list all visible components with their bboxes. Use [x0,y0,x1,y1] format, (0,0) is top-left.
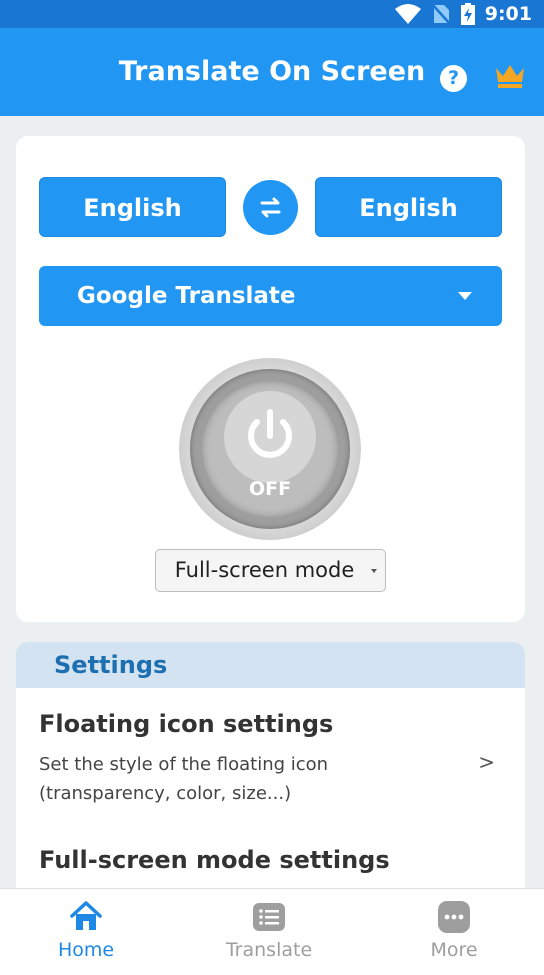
swap-arrows-icon [260,197,281,218]
crown-icon[interactable] [494,62,526,90]
floating-icon-settings-item[interactable]: Floating icon settings Set the style of … [39,710,509,808]
source-language-button[interactable]: English [39,177,226,237]
target-language-button[interactable]: English [315,177,502,237]
more-dots-icon [438,901,470,933]
settings-header: Settings [16,642,525,688]
mode-dropdown[interactable]: Full-screen mode [155,549,386,592]
wifi-icon [394,4,421,24]
swap-languages-button[interactable] [243,180,298,235]
translator-card: English English Google Translate OFF Ful… [16,136,525,622]
status-bar: 9:01 [0,0,544,28]
nav-label: More [430,939,478,961]
home-icon [70,901,102,930]
app-bar: Translate On Screen ? [0,28,544,116]
setting-title: Floating icon settings [39,710,334,738]
translate-list-icon [253,903,285,931]
chevron-right-icon: > [478,750,495,774]
nav-more[interactable]: More [384,889,524,975]
translation-engine-dropdown[interactable]: Google Translate [39,266,502,326]
battery-charging-icon [460,3,475,25]
nav-home[interactable]: Home [16,889,156,975]
power-ring: OFF [190,369,350,529]
full-screen-mode-settings-item[interactable]: Full-screen mode settings [39,846,509,874]
nav-label: Translate [225,939,313,961]
power-toggle-button[interactable]: OFF [179,358,361,540]
nav-label: Home [57,939,115,961]
power-state-label: OFF [248,478,292,500]
bottom-navigation: Home Translate More [0,888,544,975]
engine-label: Google Translate [77,283,296,309]
setting-description: Set the style of the floating icon (tran… [39,754,329,804]
status-time: 9:01 [484,3,532,25]
power-icon [248,409,292,458]
help-button[interactable]: ? [440,65,467,92]
mode-label: Full-screen mode [174,558,355,582]
nav-translate[interactable]: Translate [199,889,339,975]
no-sim-icon [430,3,451,25]
dropdown-arrow-icon [371,569,377,573]
setting-title: Full-screen mode settings [39,846,390,874]
dropdown-arrow-icon [458,292,472,300]
power-inner: OFF [202,381,338,517]
settings-card: Settings Floating icon settings Set the … [16,642,525,902]
